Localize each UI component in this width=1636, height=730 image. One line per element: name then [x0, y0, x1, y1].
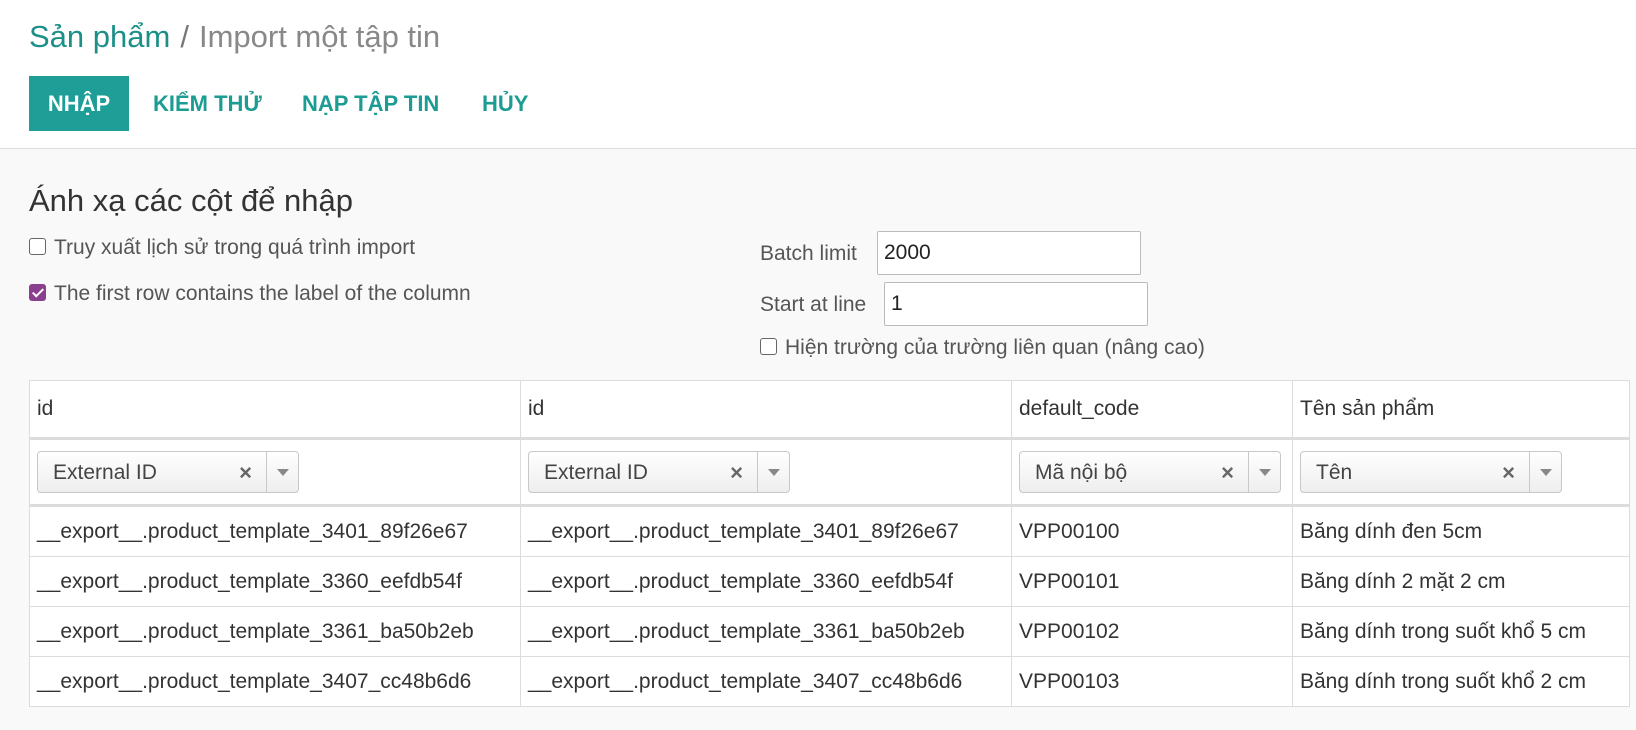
import-preview-table: id id default_code Tên sản phẩm External… — [29, 380, 1630, 707]
cancel-button[interactable]: HỦY — [482, 76, 528, 131]
batch-limit-input[interactable] — [877, 231, 1141, 275]
table-cell: __export__.product_template_3401_89f26e6… — [29, 505, 521, 557]
field-mapping-select[interactable]: External ID × — [528, 451, 790, 493]
table-row: __export__.product_template_3401_89f26e6… — [29, 505, 1630, 557]
table-cell: __export__.product_template_3407_cc48b6d… — [520, 656, 1012, 707]
track-history-checkbox[interactable] — [29, 238, 46, 255]
table-cell: Băng dính trong suốt khổ 5 cm — [1292, 606, 1630, 657]
table-cell: __export__.product_template_3407_cc48b6d… — [29, 656, 521, 707]
table-cell: VPP00100 — [1011, 505, 1293, 557]
mapping-value: Mã nội bộ — [1035, 461, 1128, 484]
breadcrumb-current: Import một tập tin — [198, 19, 441, 54]
show-advanced-checkbox[interactable] — [760, 338, 777, 355]
control-panel: Sản phẩm / Import một tập tin NHẬP KIỂM TH… — [0, 0, 1636, 149]
table-cell: __export__.product_template_3360_eefdb54… — [520, 556, 1012, 607]
import-button[interactable]: NHẬP — [29, 76, 129, 131]
column-header: id — [520, 380, 1012, 439]
table-cell: Băng dính 2 mặt 2 cm — [1292, 556, 1630, 607]
table-cell: VPP00102 — [1011, 606, 1293, 657]
mapping-cell: Mã nội bộ × — [1011, 437, 1293, 507]
start-line-input[interactable] — [884, 282, 1148, 326]
clear-icon[interactable]: × — [1502, 452, 1515, 494]
batch-limit-label: Batch limit — [760, 242, 857, 265]
mapping-row: External ID × External ID × Mã nội bộ × — [29, 437, 1630, 507]
first-row-header-label: The first row contains the label of the … — [54, 282, 471, 305]
field-mapping-select[interactable]: Mã nội bộ × — [1019, 451, 1281, 493]
table-cell: __export__.product_template_3360_eefdb54… — [29, 556, 521, 607]
column-header: Tên sản phẩm — [1292, 380, 1630, 439]
chevron-down-icon[interactable] — [1248, 452, 1280, 492]
table-cell: VPP00103 — [1011, 656, 1293, 707]
table-row: __export__.product_template_3361_ba50b2e… — [29, 606, 1630, 657]
section-title: Ánh xạ các cột để nhập — [29, 183, 354, 218]
table-cell: Băng dính trong suốt khổ 2 cm — [1292, 656, 1630, 707]
mapping-cell: External ID × — [520, 437, 1012, 507]
load-file-button[interactable]: NẠP TẬP TIN — [302, 76, 439, 131]
table-cell: __export__.product_template_3361_ba50b2e… — [29, 606, 521, 657]
table-cell: Băng dính đen 5cm — [1292, 505, 1630, 557]
table-cell: VPP00101 — [1011, 556, 1293, 607]
table-row: __export__.product_template_3360_eefdb54… — [29, 556, 1630, 607]
field-mapping-select[interactable]: External ID × — [37, 451, 299, 493]
table-cell: __export__.product_template_3401_89f26e6… — [520, 505, 1012, 557]
table-cell: __export__.product_template_3361_ba50b2e… — [520, 606, 1012, 657]
chevron-down-icon[interactable] — [266, 452, 298, 492]
breadcrumb: Sản phẩm / Import một tập tin — [29, 18, 440, 56]
show-advanced-label: Hiện trường của trường liên quan (nâng c… — [785, 336, 1205, 359]
breadcrumb-parent-link[interactable]: Sản phẩm — [29, 19, 170, 54]
clear-icon[interactable]: × — [730, 452, 743, 494]
column-header: default_code — [1011, 380, 1293, 439]
chevron-down-icon[interactable] — [1529, 452, 1561, 492]
first-row-header-option: The first row contains the label of the … — [29, 280, 471, 308]
header-row: id id default_code Tên sản phẩm — [29, 380, 1630, 439]
table-row: __export__.product_template_3407_cc48b6d… — [29, 656, 1630, 707]
mapping-cell: External ID × — [29, 437, 521, 507]
first-row-header-checkbox[interactable] — [29, 284, 46, 301]
mapping-cell: Tên × — [1292, 437, 1630, 507]
show-advanced-option: Hiện trường của trường liên quan (nâng c… — [760, 334, 1205, 362]
mapping-value: External ID — [544, 461, 648, 484]
track-history-label: Truy xuất lịch sử trong quá trình import — [54, 236, 416, 259]
test-button[interactable]: KIỂM THỬ — [153, 76, 262, 131]
chevron-down-icon[interactable] — [757, 452, 789, 492]
field-mapping-select[interactable]: Tên × — [1300, 451, 1562, 493]
start-line-label: Start at line — [760, 293, 867, 316]
clear-icon[interactable]: × — [239, 452, 252, 494]
mapping-value: External ID — [53, 461, 157, 484]
mapping-value: Tên — [1316, 461, 1353, 484]
track-history-option: Truy xuất lịch sử trong quá trình import — [29, 234, 415, 262]
clear-icon[interactable]: × — [1221, 452, 1234, 494]
breadcrumb-separator: / — [180, 19, 189, 54]
column-header: id — [29, 380, 521, 439]
